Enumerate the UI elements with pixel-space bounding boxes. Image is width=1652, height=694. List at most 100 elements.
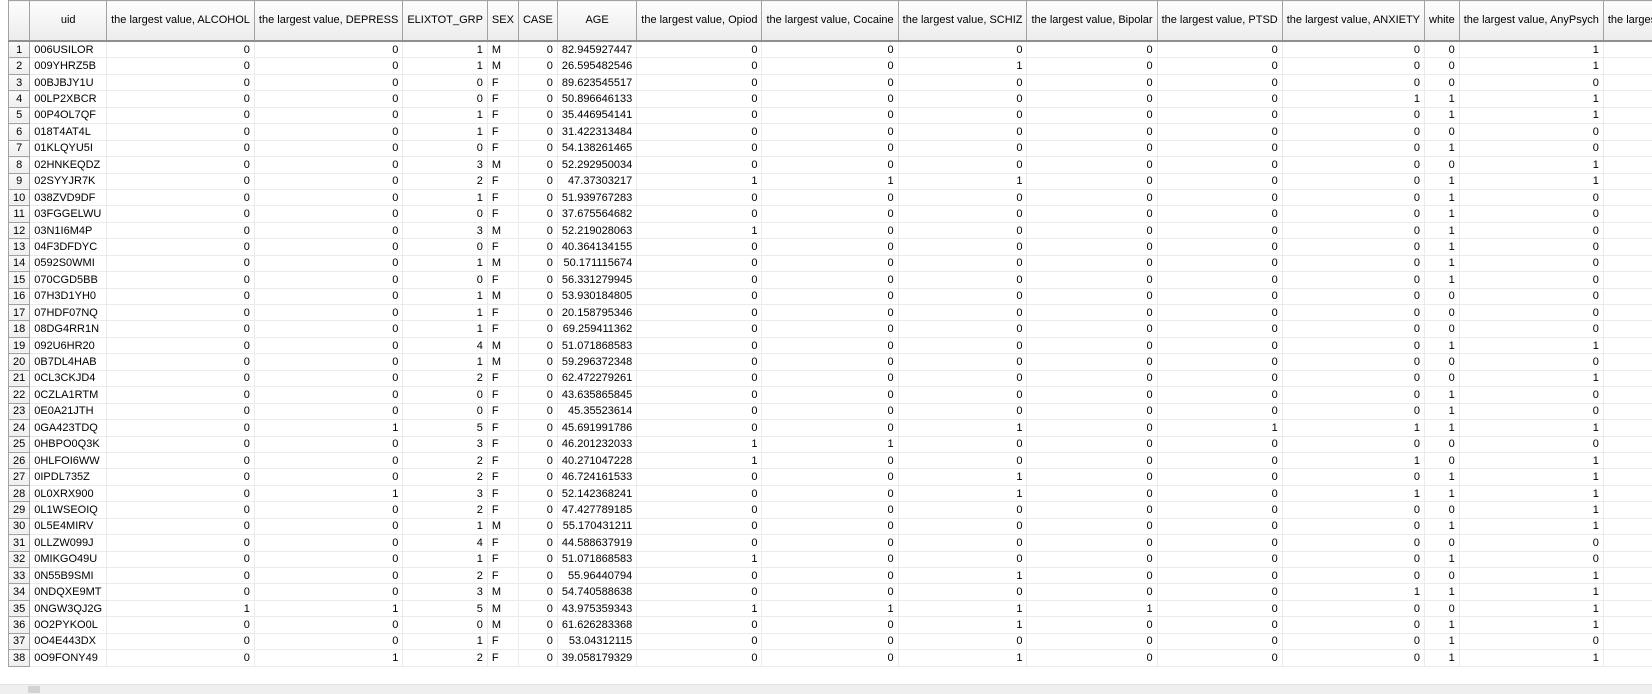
- cell-ptsd[interactable]: 0: [1157, 370, 1283, 388]
- cell-age[interactable]: 43.635865845: [557, 386, 638, 404]
- cell-anypsych[interactable]: 0: [1459, 74, 1604, 92]
- cell-anypsych[interactable]: 1: [1459, 501, 1604, 519]
- cell-anypsych[interactable]: 1: [1459, 173, 1604, 190]
- cell-anxiety[interactable]: 0: [1282, 107, 1426, 125]
- cell-depress[interactable]: 0: [254, 140, 404, 158]
- cell-alcohol[interactable]: 0: [106, 189, 255, 207]
- cell-tobacco[interactable]: 0: [1603, 189, 1652, 207]
- cell-age[interactable]: 35.446954141: [557, 107, 638, 125]
- cell-anypsych[interactable]: 0: [1459, 353, 1604, 371]
- cell-opiod[interactable]: 0: [636, 107, 763, 125]
- cell-ptsd[interactable]: 0: [1157, 600, 1283, 618]
- cell-cocaine[interactable]: 0: [761, 518, 899, 536]
- cell-ptsd[interactable]: 0: [1157, 189, 1283, 207]
- row-number[interactable]: 26: [7, 451, 31, 470]
- row-number[interactable]: 33: [7, 566, 31, 585]
- cell-age[interactable]: 51.939767283: [557, 189, 638, 207]
- cell-elixtot_grp[interactable]: 5: [402, 419, 488, 437]
- cell-uid[interactable]: 08DG4RR1N: [29, 320, 108, 338]
- cell-anxiety[interactable]: 0: [1282, 304, 1426, 322]
- row-number[interactable]: 17: [7, 303, 31, 322]
- cell-cocaine[interactable]: 0: [761, 567, 899, 585]
- cell-bipolar[interactable]: 0: [1026, 583, 1158, 601]
- cell-elixtot_grp[interactable]: 5: [402, 600, 488, 618]
- cell-uid[interactable]: 0IPDL735Z: [29, 468, 108, 486]
- cell-cocaine[interactable]: 0: [761, 238, 899, 256]
- cell-schiz[interactable]: 0: [898, 370, 1028, 388]
- cell-anypsych[interactable]: 1: [1459, 156, 1604, 174]
- cell-uid[interactable]: 07H3D1YH0: [29, 288, 108, 306]
- cell-case[interactable]: 0: [518, 616, 558, 634]
- cell-anypsych[interactable]: 1: [1459, 90, 1604, 108]
- cell-anxiety[interactable]: 0: [1282, 436, 1426, 453]
- cell-anxiety[interactable]: 1: [1282, 452, 1426, 470]
- cell-tobacco[interactable]: 0: [1603, 501, 1652, 519]
- cell-tobacco[interactable]: 0: [1603, 90, 1652, 108]
- cell-depress[interactable]: 0: [254, 238, 404, 256]
- cell-case[interactable]: 0: [518, 386, 558, 404]
- cell-elixtot_grp[interactable]: 0: [402, 403, 488, 421]
- cell-opiod[interactable]: 0: [636, 353, 763, 371]
- cell-schiz[interactable]: 1: [898, 57, 1028, 75]
- cell-tobacco[interactable]: 0: [1603, 156, 1652, 174]
- cell-schiz[interactable]: 0: [898, 337, 1028, 355]
- row-number[interactable]: 5: [7, 106, 31, 125]
- cell-anxiety[interactable]: 0: [1282, 255, 1426, 273]
- cell-ptsd[interactable]: 0: [1157, 222, 1283, 240]
- cell-alcohol[interactable]: 0: [106, 337, 255, 355]
- cell-uid[interactable]: 038ZVD9DF: [29, 189, 108, 207]
- cell-alcohol[interactable]: 0: [106, 90, 255, 108]
- cell-alcohol[interactable]: 0: [106, 419, 255, 437]
- row-number[interactable]: 10: [7, 188, 31, 207]
- cell-uid[interactable]: 0O4E443DX: [29, 633, 108, 651]
- cell-bipolar[interactable]: 0: [1026, 255, 1158, 273]
- cell-ptsd[interactable]: 0: [1157, 649, 1283, 667]
- cell-depress[interactable]: 0: [254, 173, 404, 190]
- cell-ptsd[interactable]: 0: [1157, 436, 1283, 453]
- cell-ptsd[interactable]: 0: [1157, 633, 1283, 651]
- cell-sex[interactable]: F: [487, 567, 519, 585]
- cell-depress[interactable]: 1: [254, 600, 404, 618]
- cell-schiz[interactable]: 0: [898, 633, 1028, 651]
- column-header-uid[interactable]: uid: [29, 0, 108, 42]
- cell-uid[interactable]: 04F3DFDYC: [29, 238, 108, 256]
- cell-bipolar[interactable]: 0: [1026, 90, 1158, 108]
- cell-schiz[interactable]: 0: [898, 238, 1028, 256]
- cell-sex[interactable]: M: [487, 41, 519, 59]
- cell-elixtot_grp[interactable]: 1: [402, 189, 488, 207]
- cell-white[interactable]: 1: [1424, 551, 1460, 569]
- cell-opiod[interactable]: 0: [636, 205, 763, 223]
- cell-schiz[interactable]: 1: [898, 600, 1028, 618]
- cell-anypsych[interactable]: 1: [1459, 485, 1604, 503]
- cell-white[interactable]: 1: [1424, 518, 1460, 536]
- cell-opiod[interactable]: 0: [636, 534, 763, 552]
- cell-age[interactable]: 54.138261465: [557, 140, 638, 158]
- cell-tobacco[interactable]: 0: [1603, 107, 1652, 125]
- cell-alcohol[interactable]: 0: [106, 551, 255, 569]
- cell-age[interactable]: 20.158795346: [557, 304, 638, 322]
- cell-opiod[interactable]: 0: [636, 271, 763, 289]
- cell-anypsych[interactable]: 0: [1459, 534, 1604, 552]
- cell-bipolar[interactable]: 0: [1026, 173, 1158, 190]
- cell-white[interactable]: 1: [1424, 238, 1460, 256]
- cell-depress[interactable]: 0: [254, 288, 404, 306]
- cell-schiz[interactable]: 1: [898, 485, 1028, 503]
- cell-white[interactable]: 0: [1424, 41, 1460, 59]
- cell-bipolar[interactable]: 0: [1026, 534, 1158, 552]
- cell-opiod[interactable]: 0: [636, 255, 763, 273]
- cell-anypsych[interactable]: 0: [1459, 271, 1604, 289]
- column-header-rownum[interactable]: [7, 0, 31, 42]
- cell-alcohol[interactable]: 0: [106, 633, 255, 651]
- cell-case[interactable]: 0: [518, 123, 558, 141]
- cell-anxiety[interactable]: 0: [1282, 173, 1426, 190]
- cell-cocaine[interactable]: 0: [761, 452, 899, 470]
- cell-ptsd[interactable]: 0: [1157, 271, 1283, 289]
- cell-ptsd[interactable]: 0: [1157, 173, 1283, 190]
- cell-bipolar[interactable]: 0: [1026, 485, 1158, 503]
- cell-anxiety[interactable]: 0: [1282, 41, 1426, 59]
- cell-case[interactable]: 0: [518, 90, 558, 108]
- cell-elixtot_grp[interactable]: 0: [402, 616, 488, 634]
- cell-ptsd[interactable]: 0: [1157, 518, 1283, 536]
- cell-anypsych[interactable]: 1: [1459, 370, 1604, 388]
- cell-opiod[interactable]: 0: [636, 370, 763, 388]
